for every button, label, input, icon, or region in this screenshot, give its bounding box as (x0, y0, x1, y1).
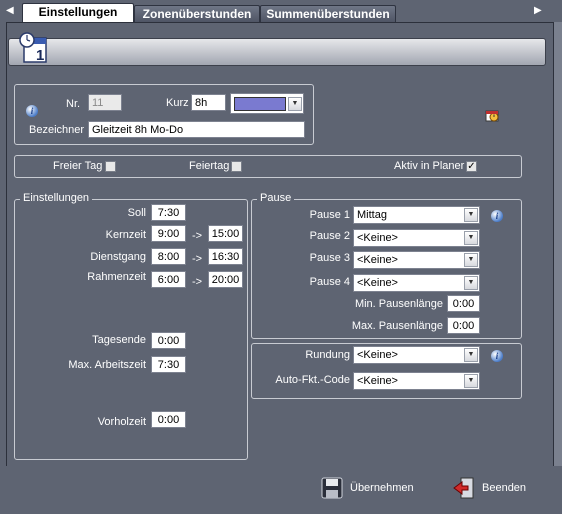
chevron-down-icon[interactable]: ▼ (464, 253, 478, 267)
rundung-select[interactable]: <Keine> ▼ (353, 346, 480, 364)
einstellungen-legend: Einstellungen (20, 192, 93, 204)
kurz-label: Kurz (166, 97, 189, 109)
pause4-value: <Keine> (357, 277, 398, 289)
soll-label: Soll (127, 207, 146, 219)
max-pausenlaenge-field[interactable]: 0:00 (447, 317, 480, 334)
tagesende-label: Tagesende (92, 334, 146, 346)
rahmenzeit-to-field[interactable]: 20:00 (208, 271, 243, 288)
dienstgang-from-field[interactable]: 8:00 (151, 248, 186, 265)
dienstgang-to-field[interactable]: 16:30 (208, 248, 243, 265)
max-pausenlaenge-label: Max. Pausenlänge (351, 320, 443, 332)
kernzeit-arrow: -> (192, 230, 203, 242)
nr-label: Nr. (66, 98, 81, 110)
tab-bar: ◀ Einstellungen Zonenüberstunden Summenü… (0, 0, 562, 23)
kernzeit-label: Kernzeit (105, 229, 146, 241)
exit-door-icon (452, 476, 476, 500)
nr-field: 11 (88, 94, 122, 111)
pause2-label: Pause 2 (309, 230, 350, 242)
tab-einstellungen[interactable]: Einstellungen (22, 3, 134, 23)
aktiv-checkbox[interactable]: ✓ (466, 161, 477, 172)
info-icon[interactable]: i (491, 210, 503, 222)
kernzeit-to-field[interactable]: 15:00 (208, 225, 243, 242)
rundung-label: Rundung (305, 349, 350, 361)
chevron-down-icon[interactable]: ▼ (464, 231, 478, 245)
tab-scroll-right-icon[interactable]: ▶ (534, 5, 542, 16)
pause1-label: Pause 1 (309, 209, 350, 221)
rahmenzeit-from-field[interactable]: 6:00 (151, 271, 186, 288)
exit-button[interactable]: Beenden (452, 474, 532, 502)
dienstgang-arrow: -> (192, 253, 203, 265)
calendar-clock-icon: 1 (18, 31, 48, 64)
pause2-select[interactable]: <Keine> ▼ (353, 229, 480, 247)
header-bar (8, 38, 546, 66)
chevron-down-icon[interactable]: ▼ (288, 97, 302, 111)
pause3-select[interactable]: <Keine> ▼ (353, 251, 480, 269)
tab-summenueberstunden[interactable]: Summenüberstunden (260, 5, 396, 22)
pause-legend: Pause (257, 192, 295, 204)
kurz-field[interactable]: 8h (191, 94, 226, 111)
save-button-label: Übernehmen (350, 482, 414, 494)
bezeichner-label: Bezeichner (29, 124, 85, 136)
rahmenzeit-arrow: -> (192, 276, 203, 288)
pause4-label: Pause 4 (309, 276, 350, 288)
rahmenzeit-label: Rahmenzeit (87, 271, 146, 283)
rundung-value: <Keine> (357, 349, 398, 361)
auto-fkt-code-label: Auto-Fkt.-Code (275, 374, 350, 386)
vorholzeit-field[interactable]: 0:00 (151, 411, 186, 428)
tab-zonenueberstunden[interactable]: Zonenüberstunden (134, 5, 260, 22)
info-icon[interactable]: i (491, 350, 503, 362)
chevron-down-icon[interactable]: ▼ (464, 208, 478, 222)
min-pausenlaenge-label: Min. Pausenlänge (354, 298, 443, 310)
pause2-value: <Keine> (357, 232, 398, 244)
tab-scroll-left-icon[interactable]: ◀ (6, 5, 14, 16)
bezeichner-field[interactable]: Gleitzeit 8h Mo-Do (88, 121, 305, 138)
dienstgang-label: Dienstgang (90, 251, 146, 263)
feiertag-checkbox[interactable] (231, 161, 242, 172)
clock-settings-icon[interactable] (484, 107, 500, 123)
max-arbeitszeit-label: Max. Arbeitszeit (68, 359, 146, 371)
tagesende-field[interactable]: 0:00 (151, 332, 186, 349)
freier-tag-label: Freier Tag (53, 160, 103, 172)
color-swatch (234, 97, 286, 111)
auto-fkt-code-select[interactable]: <Keine> ▼ (353, 372, 480, 390)
vorholzeit-label: Vorholzeit (97, 416, 146, 428)
chevron-down-icon[interactable]: ▼ (464, 374, 478, 388)
aktiv-label: Aktiv in Planer (394, 160, 465, 172)
pause3-label: Pause 3 (309, 252, 350, 264)
max-arbeitszeit-field[interactable]: 7:30 (151, 356, 186, 373)
min-pausenlaenge-field[interactable]: 0:00 (447, 295, 480, 312)
svg-text:1: 1 (36, 47, 44, 64)
pause1-value: Mittag (357, 209, 387, 221)
pause4-select[interactable]: <Keine> ▼ (353, 274, 480, 292)
exit-button-label: Beenden (482, 482, 527, 494)
feiertag-label: Feiertag (189, 160, 230, 172)
pause3-value: <Keine> (357, 254, 398, 266)
kernzeit-from-field[interactable]: 9:00 (151, 225, 186, 242)
chevron-down-icon[interactable]: ▼ (464, 276, 478, 290)
chevron-down-icon[interactable]: ▼ (464, 348, 478, 362)
soll-field[interactable]: 7:30 (151, 204, 186, 221)
color-picker[interactable]: ▼ (230, 93, 304, 114)
auto-fkt-code-value: <Keine> (357, 375, 398, 387)
save-button[interactable]: Übernehmen (320, 474, 416, 502)
floppy-disk-icon (320, 476, 344, 500)
pause1-select[interactable]: Mittag ▼ (353, 206, 480, 224)
info-icon[interactable]: i (26, 105, 38, 117)
freier-tag-checkbox[interactable] (105, 161, 116, 172)
right-edge (553, 22, 562, 514)
